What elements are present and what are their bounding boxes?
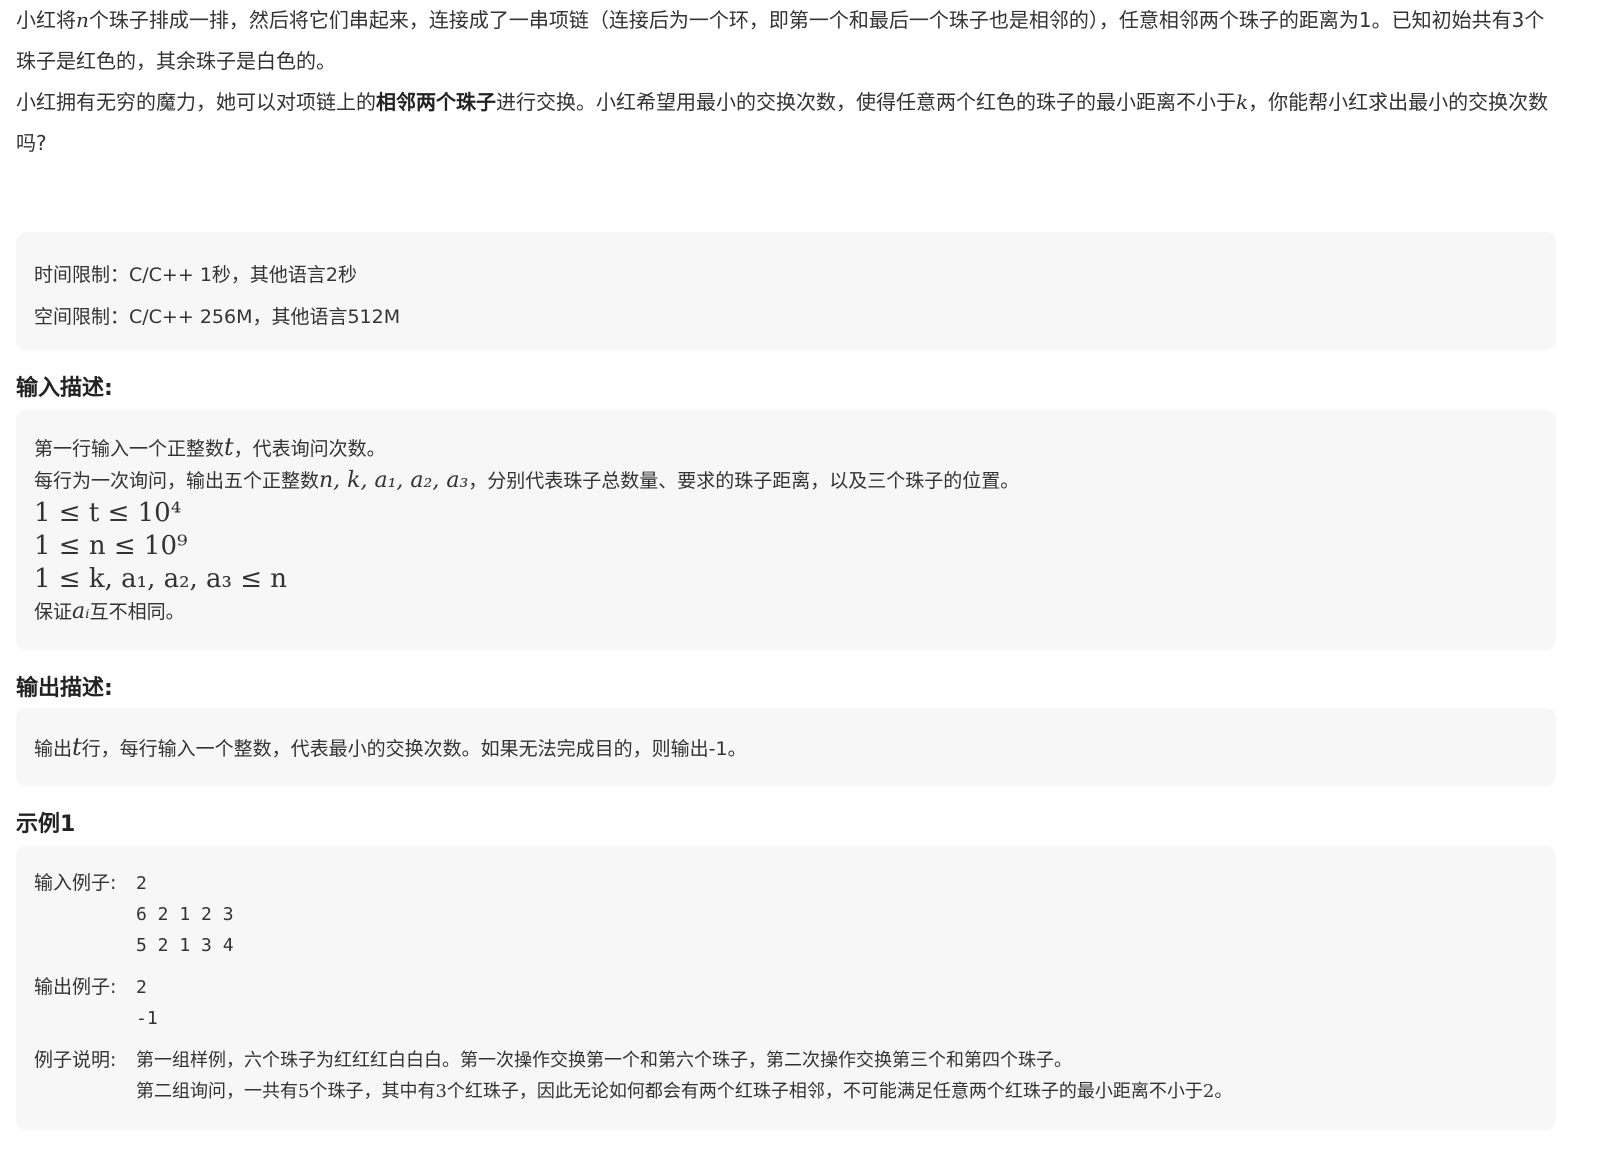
example-explain-line: 第二组询问，一共有5个珠子，其中有3个红珠子，因此无论如何都会有两个红珠子相邻，… bbox=[136, 1081, 1233, 1102]
input-heading: 输入描述: bbox=[16, 376, 113, 401]
example-output-values: 2 -1 bbox=[136, 972, 158, 1034]
input-line-3: 保证aᵢ互不相同。 bbox=[34, 596, 1538, 628]
input-text: ，代表询问次数。 bbox=[233, 438, 386, 460]
input-description-box: 第一行输入一个正整数t，代表询问次数。 每行为一次询问，输出五个正整数n, k,… bbox=[16, 410, 1556, 650]
limits-box: 时间限制：C/C++ 1秒，其他语言2秒 空间限制：C/C++ 256M，其他语… bbox=[16, 232, 1556, 350]
desc-bold-text: 相邻两个珠子 bbox=[376, 90, 496, 114]
desc-text: 个珠子排成一排，然后将它们串起来，连接成了一串项链（连接后为一个环，即第一个和最… bbox=[16, 8, 1545, 73]
math-var-n: n bbox=[76, 8, 89, 32]
input-text: 第一行输入一个正整数 bbox=[34, 438, 225, 460]
example-output-row: 输出例子: 2 -1 bbox=[34, 972, 1538, 1034]
output-text: 输出 bbox=[34, 738, 73, 760]
example-explain-row: 例子说明: 第一组样例，六个珠子为红红红白白白。第一次操作交换第一个和第六个珠子… bbox=[34, 1045, 1538, 1107]
problem-page: 小红将n个珠子排成一排，然后将它们串起来，连接成了一串项链（连接后为一个环，即第… bbox=[16, 0, 1556, 1130]
desc-text: 小红将 bbox=[16, 8, 76, 32]
example-input-line: 6 2 1 2 3 bbox=[136, 904, 234, 925]
example-box: 输入例子: 2 6 2 1 2 3 5 2 1 3 4 输出例子: 2 -1 例… bbox=[16, 846, 1556, 1130]
output-text: 行，每行输入一个整数，代表最小的交换次数。如果无法完成目的，则输出-1。 bbox=[81, 738, 747, 760]
example-input-line: 2 bbox=[136, 873, 147, 894]
math-var-t: t bbox=[224, 433, 234, 461]
constraint-n: 1 ≤ n ≤ 10⁹ bbox=[34, 531, 188, 561]
input-text: 互不相同。 bbox=[89, 601, 185, 623]
problem-description: 小红将n个珠子排成一排，然后将它们串起来，连接成了一串项链（连接后为一个环，即第… bbox=[16, 0, 1556, 164]
input-text: ，分别代表珠子总数量、要求的珠子距离，以及三个珠子的位置。 bbox=[468, 470, 1020, 492]
example-output-line: -1 bbox=[136, 1008, 158, 1029]
math-var-k: k bbox=[1236, 90, 1249, 114]
example-input-line: 5 2 1 3 4 bbox=[136, 935, 234, 956]
example-explain-label: 例子说明: bbox=[34, 1049, 117, 1071]
constraint-t: 1 ≤ t ≤ 10⁴ bbox=[34, 498, 182, 528]
example-input-label: 输入例子: bbox=[34, 872, 117, 894]
input-line-1: 第一行输入一个正整数t，代表询问次数。 bbox=[34, 432, 1538, 465]
input-line-2: 每行为一次询问，输出五个正整数n, k, a₁, a₂, a₃，分别代表珠子总数… bbox=[34, 465, 1538, 497]
math-var-ai: aᵢ bbox=[72, 599, 90, 624]
output-heading: 输出描述: bbox=[16, 676, 113, 701]
example-output-label: 输出例子: bbox=[34, 976, 117, 998]
input-text: 每行为一次询问，输出五个正整数 bbox=[34, 470, 320, 492]
example-input-row: 输入例子: 2 6 2 1 2 3 5 2 1 3 4 bbox=[34, 868, 1538, 961]
input-text: 保证 bbox=[34, 601, 73, 623]
description-paragraph-1: 小红将n个珠子排成一排，然后将它们串起来，连接成了一串项链（连接后为一个环，即第… bbox=[16, 0, 1556, 82]
desc-text: 小红拥有无穷的魔力，她可以对项链上的 bbox=[16, 90, 376, 114]
example-heading: 示例1 bbox=[16, 812, 76, 837]
example-output-line: 2 bbox=[136, 977, 147, 998]
example-explain-values: 第一组样例，六个珠子为红红红白白白。第一次操作交换第一个和第六个珠子，第二次操作… bbox=[136, 1045, 1232, 1107]
math-vars: n, k, a₁, a₂, a₃ bbox=[319, 468, 469, 493]
constraint-k-a: 1 ≤ k, a₁, a₂, a₃ ≤ n bbox=[34, 564, 288, 594]
description-paragraph-2: 小红拥有无穷的魔力，她可以对项链上的相邻两个珠子进行交换。小红希望用最小的交换次… bbox=[16, 82, 1556, 164]
time-limit: 时间限制：C/C++ 1秒，其他语言2秒 bbox=[34, 264, 357, 286]
math-var-t: t bbox=[72, 733, 82, 761]
desc-text: 进行交换。小红希望用最小的交换次数，使得任意两个红色的珠子的最小距离不小于 bbox=[496, 90, 1236, 114]
example-input-values: 2 6 2 1 2 3 5 2 1 3 4 bbox=[136, 868, 234, 961]
space-limit: 空间限制：C/C++ 256M，其他语言512M bbox=[34, 306, 401, 328]
output-description-box: 输出t行，每行输入一个整数，代表最小的交换次数。如果无法完成目的，则输出-1。 bbox=[16, 708, 1556, 786]
example-explain-line: 第一组样例，六个珠子为红红红白白白。第一次操作交换第一个和第六个珠子，第二次操作… bbox=[136, 1050, 1072, 1071]
